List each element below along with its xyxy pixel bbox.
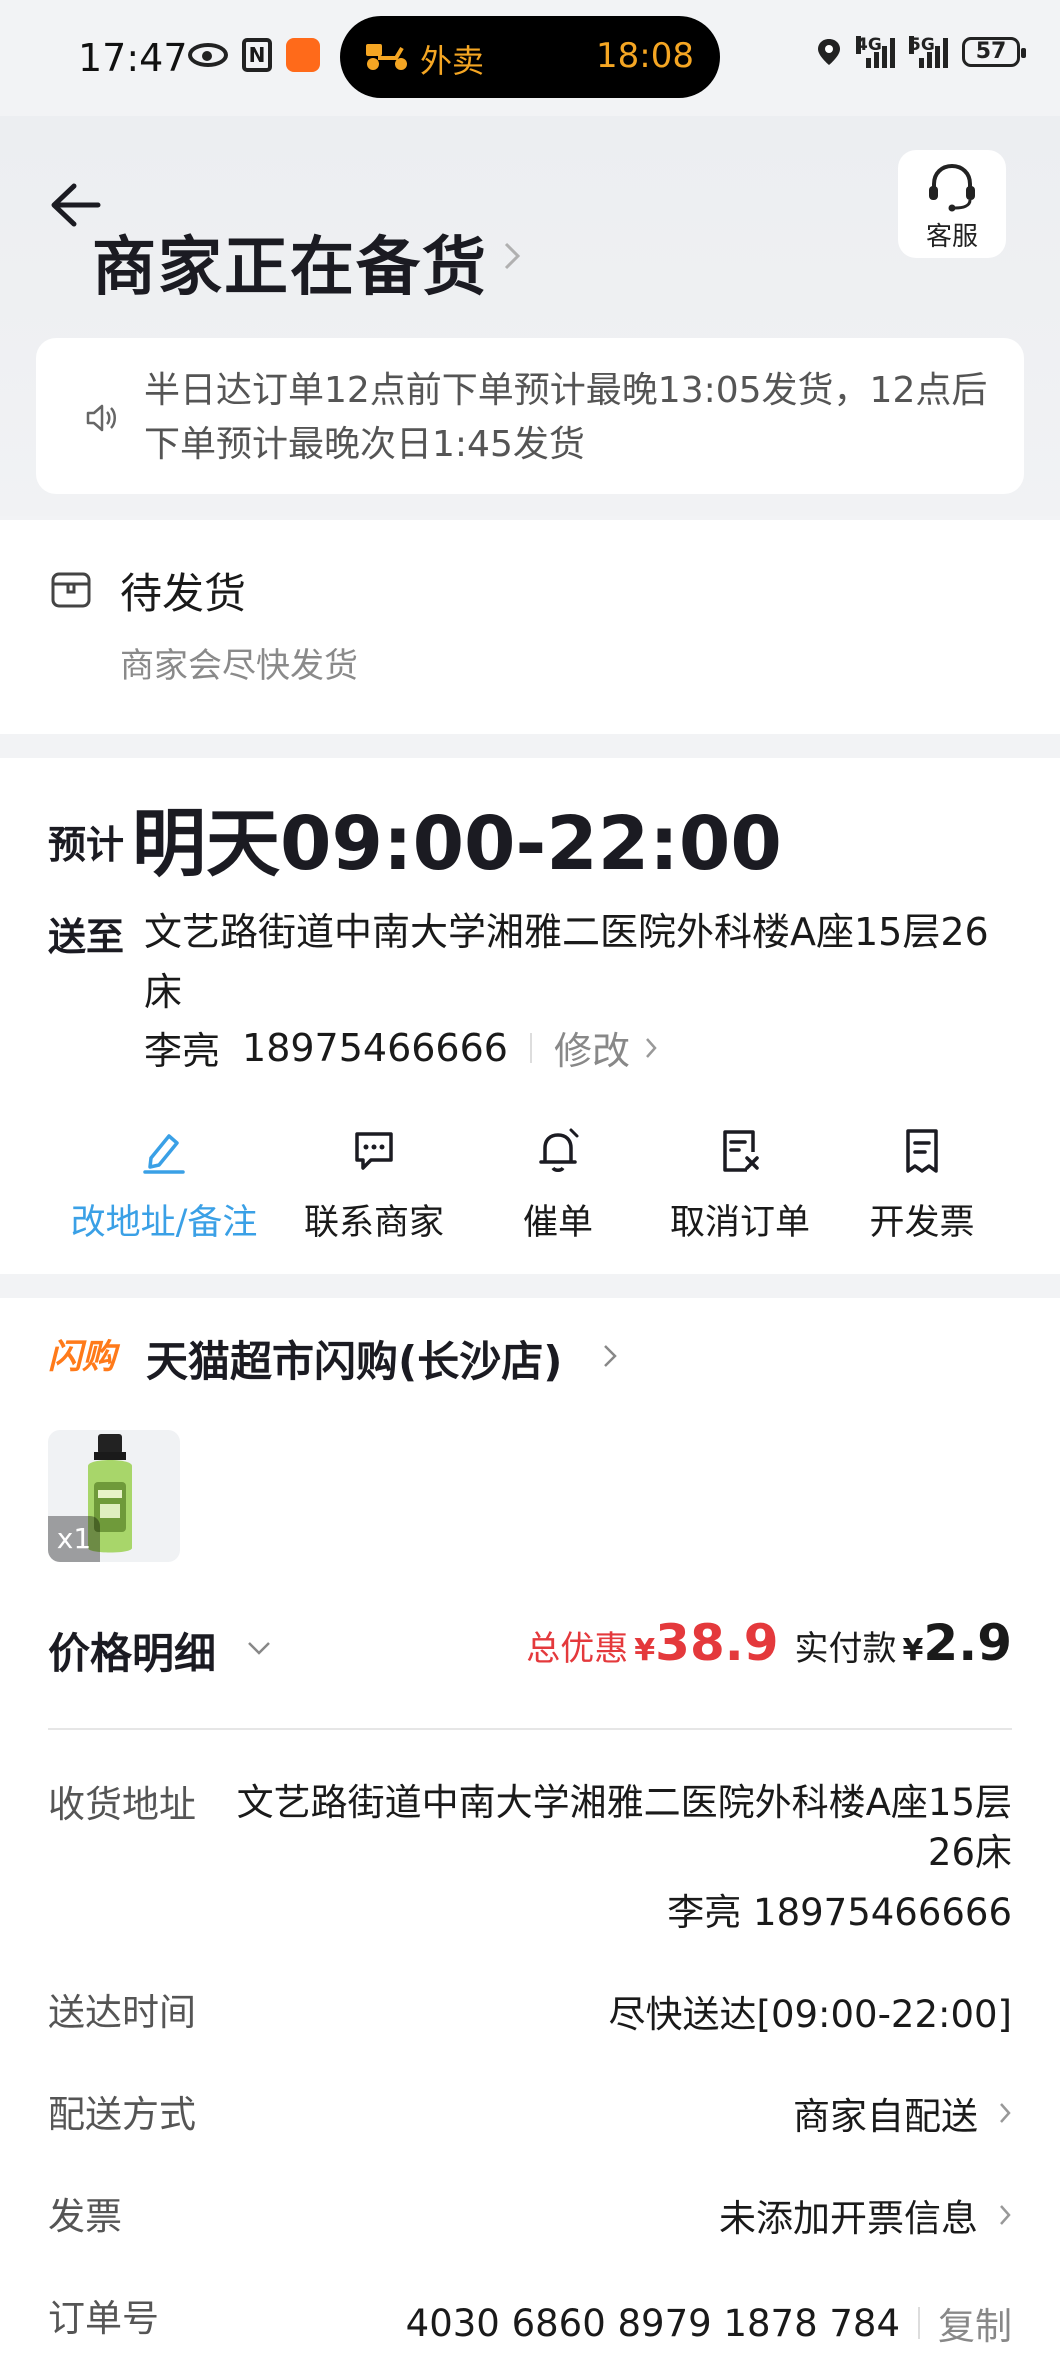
eye-icon: [188, 43, 228, 67]
invoice-button[interactable]: 开发票: [812, 1126, 1032, 1245]
status-icons-left: N: [188, 38, 320, 72]
delivery-method-row[interactable]: 商家自配送: [793, 2086, 1012, 2140]
currency-symbol: ¥: [634, 1633, 656, 1668]
shipping-notice: 半日达订单12点前下单预计最晚13:05发货，12点后下单预计最晚次日1:45发…: [36, 338, 1024, 494]
chevron-down-icon[interactable]: [246, 1640, 272, 1656]
delivery-card: 预计 明天09:00-22:00 送至 文艺路街道中南大学湘雅二医院外科楼A座1…: [0, 758, 1060, 1274]
status-subtitle: 商家会尽快发货: [120, 646, 358, 686]
chevron-right-icon: [1000, 2103, 1011, 2123]
action-label: 改地址/备注: [70, 1203, 258, 1243]
delivery-method-label: 配送方式: [48, 2093, 196, 2136]
product-thumbnail[interactable]: x1: [48, 1430, 180, 1562]
battery-icon: 57: [962, 37, 1026, 67]
delivery-time-label: 送达时间: [48, 1991, 196, 2034]
invoice-label: 发票: [48, 2195, 122, 2238]
price-detail-toggle[interactable]: 价格明细: [48, 1620, 216, 1681]
action-label: 开发票: [869, 1203, 975, 1243]
contact-phone: 18975466666: [242, 1025, 508, 1070]
eta-prefix: 预计: [48, 823, 125, 867]
delivery-contact: 李亮 18975466666 修改: [144, 1020, 658, 1075]
paid-amount: 2.9: [923, 1614, 1012, 1672]
app-notification-icon: [286, 38, 320, 72]
delivery-address: 文艺路街道中南大学湘雅二医院外科楼A座15层26床: [144, 910, 989, 1014]
dynamic-island-delivery[interactable]: 外卖 18:08: [340, 16, 720, 98]
page-title[interactable]: 商家正在备货: [92, 216, 488, 308]
order-status-card: 待发货 商家会尽快发货: [0, 520, 1060, 734]
shop-card: 闪购 天猫超市闪购(长沙店) x1 价格明细 总优惠 ¥ 38.9 实付款 ¥ …: [0, 1298, 1060, 2376]
edit-address-link[interactable]: 修改: [554, 1020, 630, 1075]
shop-name[interactable]: 天猫超市闪购(长沙店): [146, 1328, 562, 1389]
discount-amount: 38.9: [655, 1614, 779, 1672]
currency-symbol: ¥: [902, 1633, 924, 1668]
chevron-right-icon: [646, 1037, 657, 1058]
signal-5g-icon: 5G: [909, 36, 948, 68]
receive-address-value: 文艺路街道中南大学湘雅二医院外科楼A座15层26床: [236, 1781, 1012, 1874]
delivery-time-value: 尽快送达[09:00-22:00]: [608, 1993, 1012, 2036]
status-bar: 17:47 N 外卖 18:08 4G 5G 57: [0, 0, 1060, 116]
customer-service-label: 客服: [925, 222, 978, 252]
invoice-icon: [906, 1129, 938, 1173]
island-time: 18:08: [596, 36, 694, 76]
notice-text: 半日达订单12点前下单预计最晚13:05发货，12点后下单预计最晚次日1:45发…: [144, 370, 988, 465]
customer-service-button[interactable]: 客服: [898, 150, 1006, 258]
discount-label: 总优惠: [526, 1629, 629, 1669]
order-actions: 改地址/备注 联系商家 催单 取消订单 开发票: [0, 1126, 1060, 1256]
headset-icon: [929, 163, 975, 212]
delivery-method-value: 商家自配送: [793, 2095, 978, 2138]
chat-icon: [355, 1132, 393, 1170]
status-icons-right: 4G 5G 57: [816, 36, 1026, 68]
edit-icon: [143, 1134, 185, 1174]
copy-button[interactable]: 复制: [938, 2296, 1012, 2350]
cancel-doc-icon: [723, 1130, 759, 1172]
package-icon: [51, 572, 91, 608]
bell-icon: [539, 1128, 579, 1172]
speaker-icon: [86, 404, 116, 432]
chevron-right-icon: [504, 242, 521, 270]
order-number-row: 4030 6860 8979 1878 784 复制: [406, 2296, 1012, 2350]
receive-address-label: 收货地址: [48, 1783, 196, 1826]
invoice-value: 未添加开票信息: [719, 2197, 978, 2240]
send-to-label: 送至: [48, 915, 125, 959]
paid-label: 实付款: [794, 1629, 897, 1669]
status-title: 待发货: [120, 569, 247, 618]
invoice-row[interactable]: 未添加开票信息: [719, 2188, 1012, 2242]
chevron-right-icon: [1000, 2205, 1011, 2225]
contact-name: 李亮: [144, 1029, 221, 1073]
change-address-button[interactable]: 改地址/备注: [54, 1126, 274, 1245]
location-icon: [818, 39, 840, 65]
product-quantity: x1: [48, 1516, 100, 1562]
status-time: 17:47: [78, 36, 188, 80]
divider: [48, 1728, 1012, 1730]
nfc-icon: N: [242, 38, 272, 72]
shangou-logo: 闪购: [48, 1337, 121, 1376]
divider: [529, 1032, 532, 1063]
svg-text:闪购: 闪购: [48, 1337, 121, 1376]
eta-time: 明天09:00-22:00: [132, 801, 782, 887]
order-number-label: 订单号: [48, 2297, 159, 2340]
scooter-icon: [366, 44, 407, 70]
receive-contact-value: 李亮 18975466666: [667, 1891, 1012, 1934]
chevron-right-icon: [604, 1345, 617, 1367]
divider: [918, 2307, 920, 2339]
price-summary: 总优惠 ¥ 38.9 实付款 ¥ 2.9: [526, 1614, 1012, 1672]
island-label: 外卖: [420, 42, 485, 80]
signal-4g-icon: 4G: [856, 36, 895, 68]
order-number-value: 4030 6860 8979 1878 784: [405, 2301, 900, 2345]
